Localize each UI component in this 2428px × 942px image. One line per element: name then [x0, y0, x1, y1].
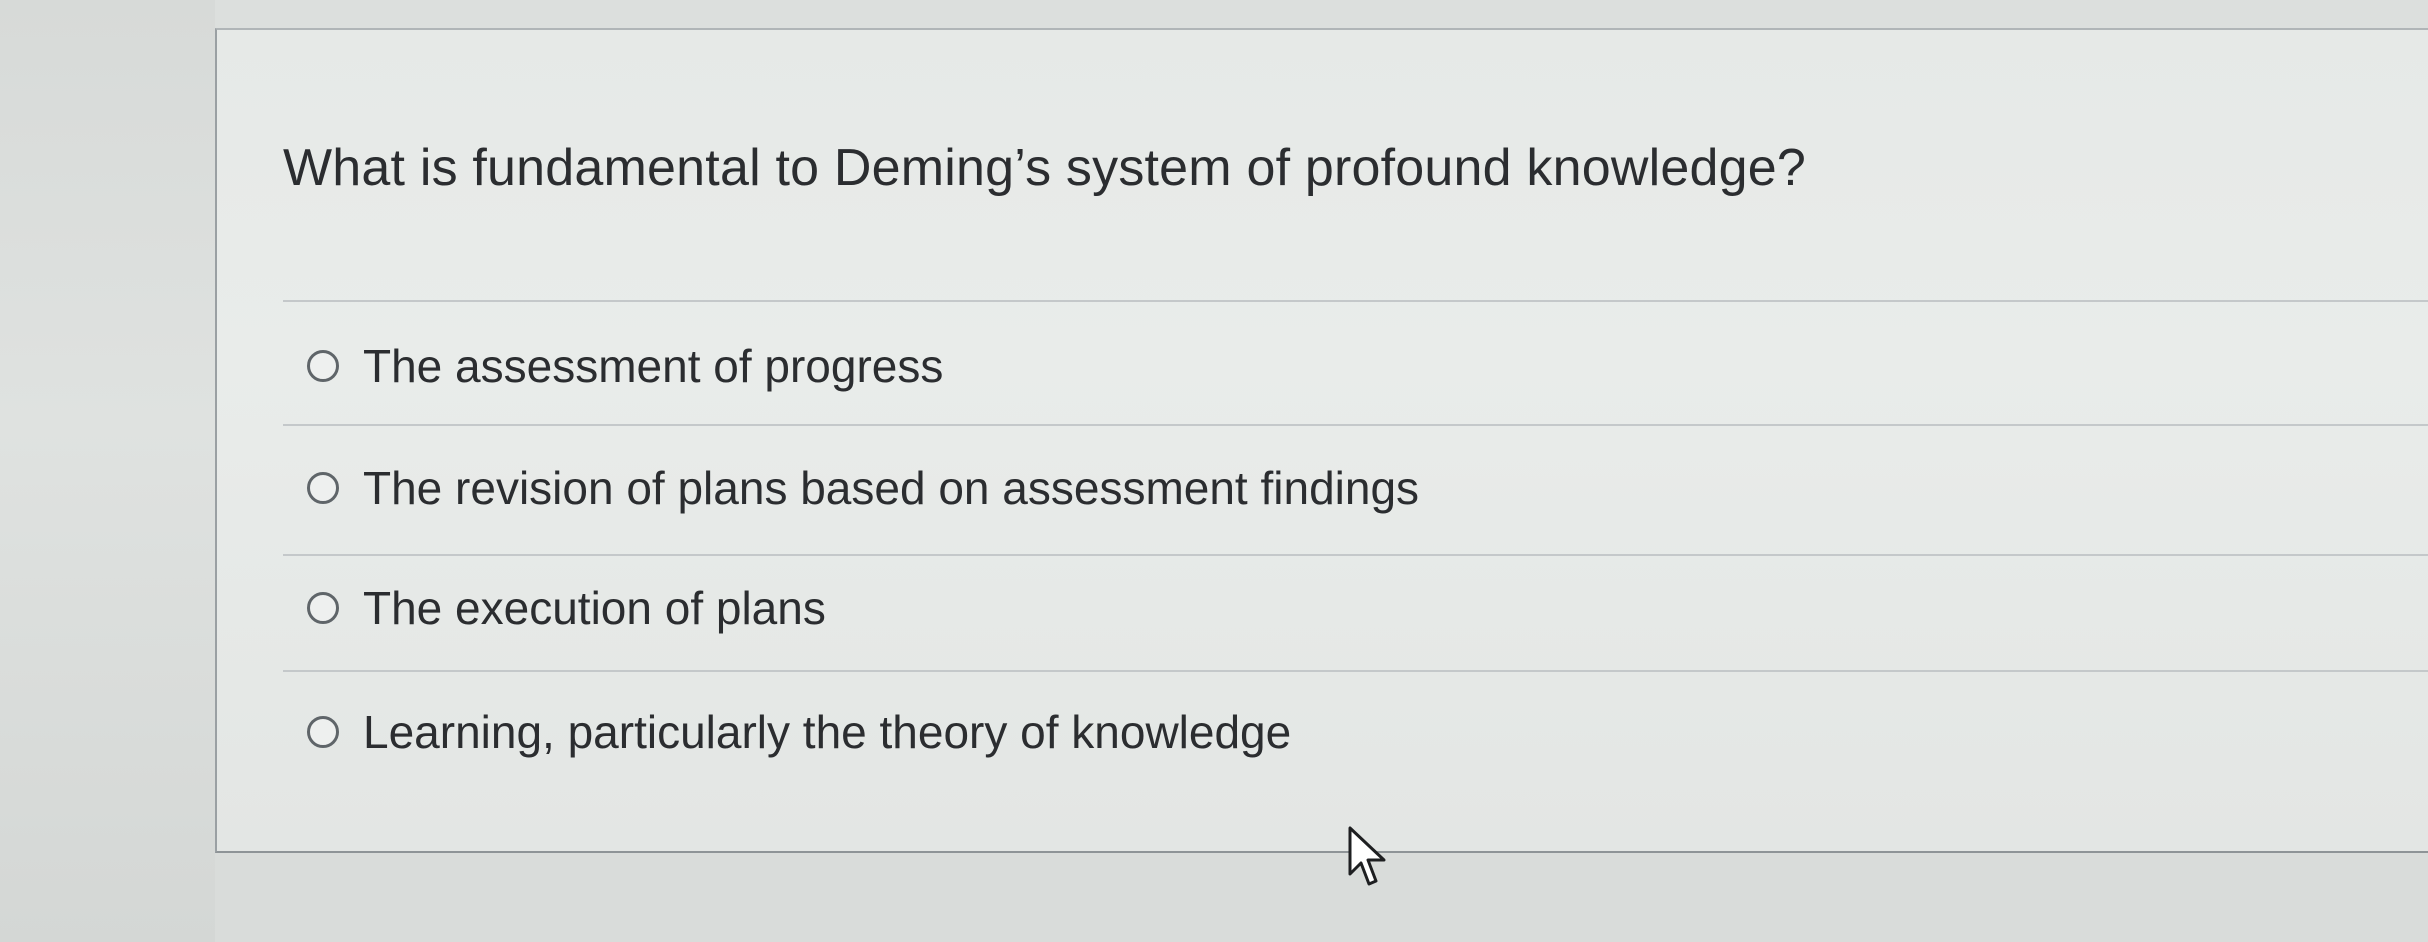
question-prompt: What is fundamental to Deming’s system o…	[283, 139, 1806, 197]
question-divider	[283, 300, 2428, 302]
radio-button-2[interactable]	[307, 472, 339, 504]
mouse-pointer-icon	[1348, 826, 1386, 886]
answer-option-label: Learning, particularly the theory of kno…	[363, 706, 1292, 758]
page-left-gutter	[0, 0, 215, 942]
answer-option-1[interactable]: The assessment of progress	[283, 326, 2383, 406]
radio-button-3[interactable]	[307, 592, 339, 624]
radio-button-1[interactable]	[307, 350, 339, 382]
answer-option-4[interactable]: Learning, particularly the theory of kno…	[283, 692, 2383, 772]
answer-option-label: The revision of plans based on assessmen…	[363, 462, 1420, 514]
option-divider	[283, 554, 2428, 556]
answer-option-2[interactable]: The revision of plans based on assessmen…	[283, 448, 2383, 528]
radio-button-4[interactable]	[307, 716, 339, 748]
answer-option-label: The execution of plans	[363, 582, 826, 634]
answer-option-3[interactable]: The execution of plans	[283, 568, 2383, 648]
option-divider	[283, 424, 2428, 426]
page-bottom-area	[215, 853, 2428, 942]
answer-option-label: The assessment of progress	[363, 340, 944, 392]
option-divider	[283, 670, 2428, 672]
